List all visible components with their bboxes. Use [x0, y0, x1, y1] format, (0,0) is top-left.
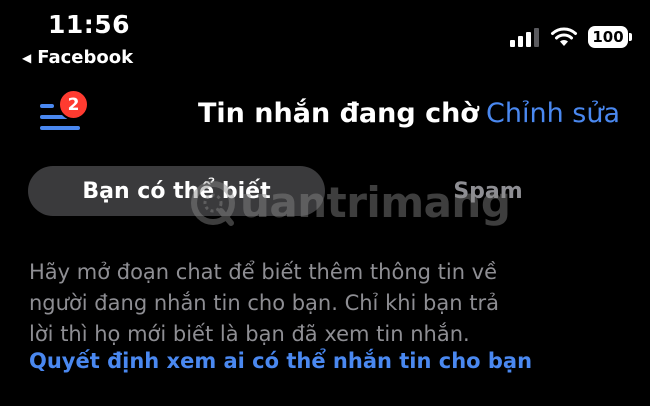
- message-delivery-settings-link[interactable]: Quyết định xem ai có thể nhắn tin cho bạ…: [29, 349, 532, 373]
- status-time: 11:56: [48, 10, 131, 39]
- tab-people-you-may-know[interactable]: Bạn có thể biết: [28, 166, 325, 216]
- page-title: Tin nhắn đang chờ: [198, 98, 479, 129]
- info-line: lời thì họ mới biết là bạn đã xem tin nh…: [29, 322, 470, 346]
- info-description: Hãy mở đoạn chat để biết thêm thông tin …: [29, 257, 629, 350]
- info-line: người đang nhắn tin cho bạn. Chỉ khi bạn…: [29, 291, 499, 315]
- pending-messages-screen: 11:56 ◀ Facebook 100 2 Tin nhắn đang chờ…: [0, 0, 650, 406]
- edit-button[interactable]: Chỉnh sửa: [486, 98, 620, 129]
- signal-icon: [510, 28, 539, 47]
- segmented-tabs: Bạn có thể biết Spam: [28, 166, 622, 216]
- wifi-icon: [551, 27, 577, 46]
- back-to-facebook-link[interactable]: ◀ Facebook: [22, 47, 133, 68]
- info-line: Hãy mở đoạn chat để biết thêm thông tin …: [29, 260, 498, 284]
- battery-icon: 100: [588, 26, 632, 48]
- back-arrow-icon: ◀: [22, 50, 32, 65]
- tab-spam[interactable]: Spam: [368, 166, 608, 216]
- notification-badge: 2: [58, 89, 89, 120]
- back-label: Facebook: [37, 47, 134, 68]
- status-icons: 100: [510, 26, 632, 48]
